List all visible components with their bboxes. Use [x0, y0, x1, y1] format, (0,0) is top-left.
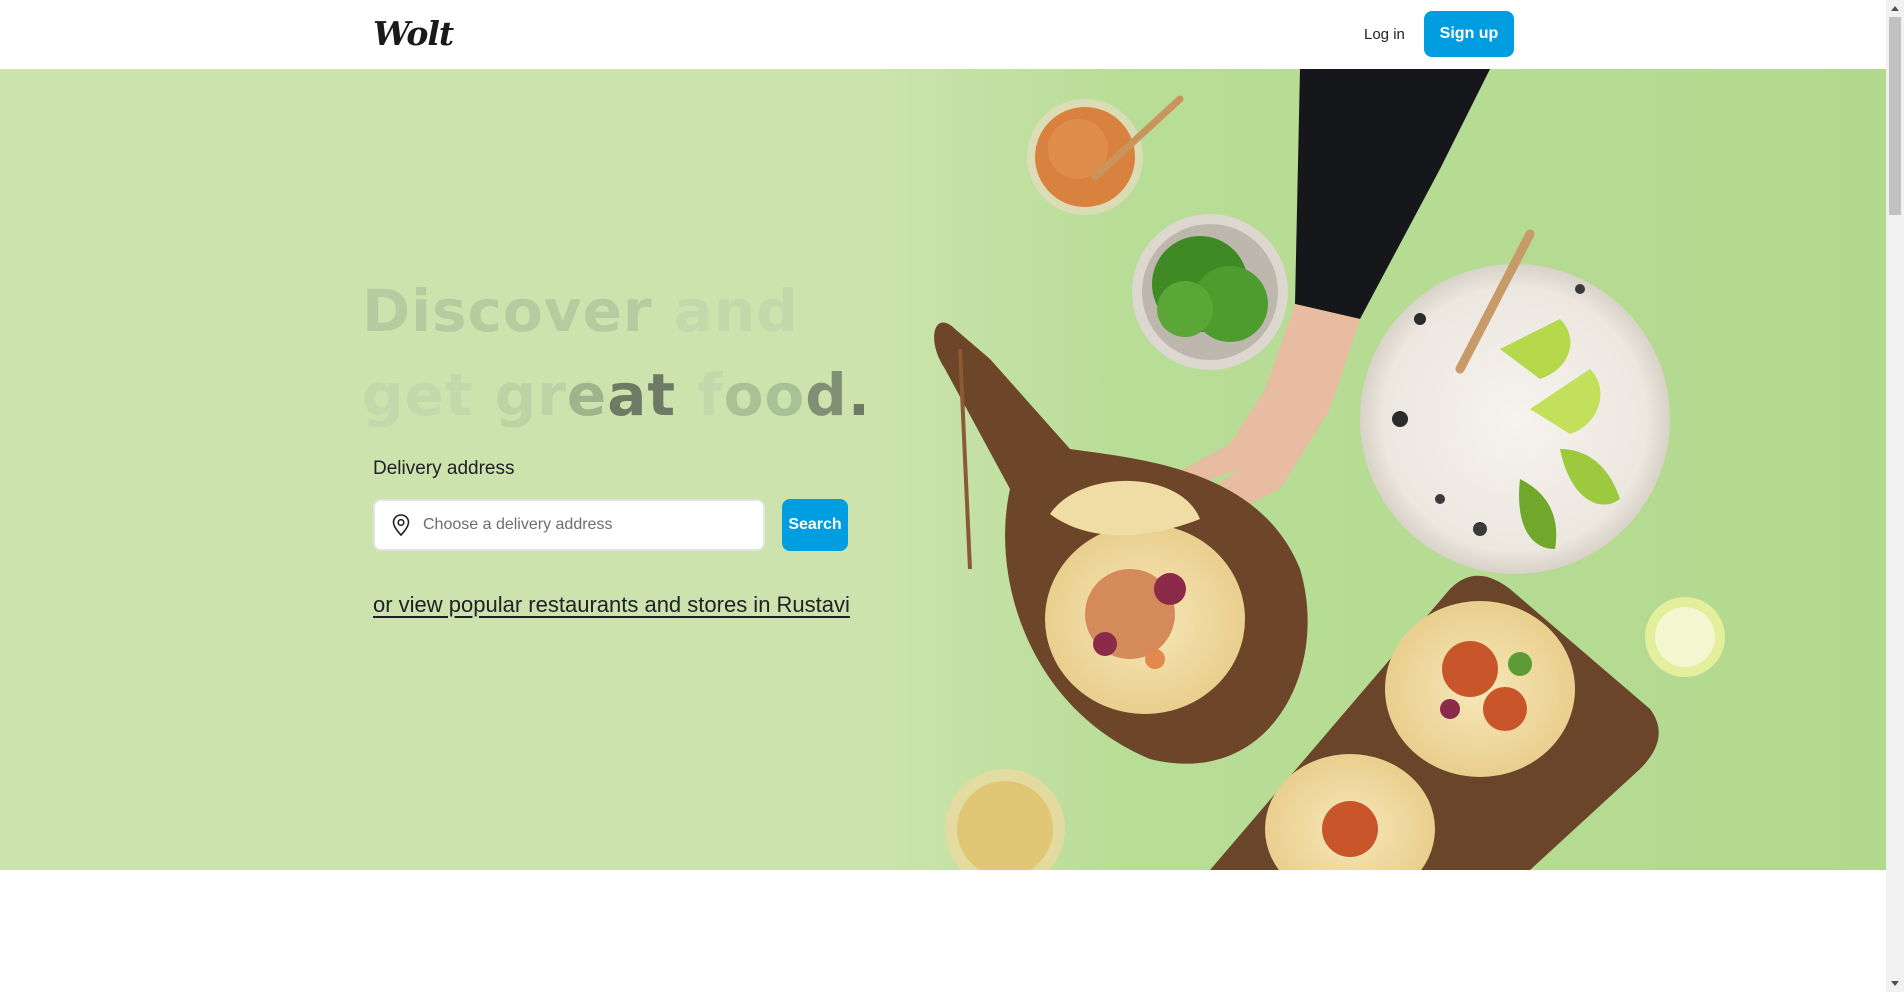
- top-nav: Wolt Log in Sign up: [0, 0, 1886, 69]
- headline-fragment: d: [805, 361, 848, 429]
- headline-word: Discover: [362, 277, 653, 345]
- food-hero-image: [880, 69, 1886, 870]
- delivery-address-input[interactable]: [423, 501, 753, 549]
- headline-word: get: [362, 361, 474, 429]
- location-pin-icon: [392, 514, 410, 537]
- page-scrollbar[interactable]: [1886, 0, 1904, 992]
- delivery-address-field[interactable]: [373, 499, 765, 551]
- search-button[interactable]: Search: [782, 499, 848, 551]
- headline-fragment: oo: [723, 361, 806, 429]
- headline-fragment: f: [697, 361, 724, 429]
- hero-section: Discover and get great food. Delivery ad…: [0, 69, 1886, 870]
- wolt-logo[interactable]: Wolt: [373, 16, 454, 52]
- login-button[interactable]: Log in: [1350, 12, 1419, 56]
- headline-fragment: at: [607, 361, 677, 429]
- headline-word: and: [673, 277, 799, 345]
- popular-places-link[interactable]: or view popular restaurants and stores i…: [373, 592, 850, 618]
- signup-button[interactable]: Sign up: [1424, 11, 1514, 57]
- hero-headline: Discover and get great food.: [362, 269, 871, 437]
- delivery-address-label: Delivery address: [373, 458, 515, 479]
- headline-line-1: Discover and: [362, 269, 871, 353]
- headline-fragment: .: [847, 361, 871, 429]
- scroll-down-arrow-icon[interactable]: [1886, 975, 1904, 992]
- headline-line-2: get great food.: [362, 353, 871, 437]
- scroll-up-arrow-icon[interactable]: [1886, 0, 1904, 17]
- headline-fragment: e: [566, 361, 608, 429]
- scrollbar-thumb[interactable]: [1889, 17, 1901, 215]
- headline-fragment: gr: [494, 361, 567, 429]
